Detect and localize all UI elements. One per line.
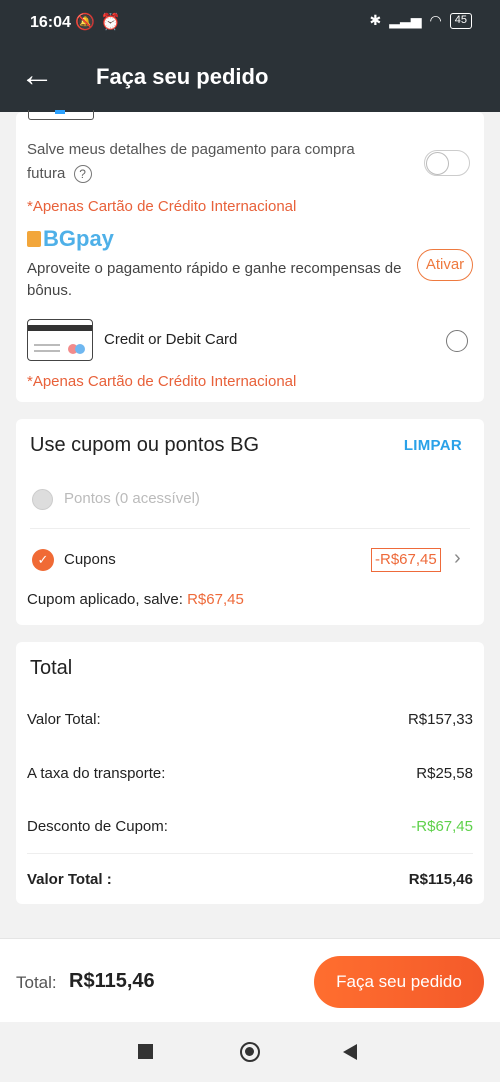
coupon-points-card: Use cupom ou pontos BG LIMPAR Pontos (0 … <box>16 419 484 625</box>
coupon-applied-label: Cupom aplicado, salve: <box>27 591 183 608</box>
discount-row: Desconto de Cupom: -R$67,45 <box>27 818 473 835</box>
international-card-note-2: *Apenas Cartão de Crédito Internacional <box>27 373 297 390</box>
status-bar: 16:04 🔕⏰ ✱ ▂▃▅ ◠ 45 <box>0 0 500 46</box>
coupon-amount-badge: -R$67,45 <box>371 548 441 572</box>
points-label: Pontos (0 acessível) <box>64 490 200 507</box>
card-icon-partial <box>28 110 94 120</box>
clear-button[interactable]: LIMPAR <box>404 437 462 454</box>
bluetooth-icon: ✱ <box>369 12 382 28</box>
checkout-total-value: R$115,46 <box>69 970 155 992</box>
lock-icon <box>27 231 41 247</box>
credit-debit-card-label[interactable]: Credit or Debit Card <box>104 331 237 348</box>
chevron-right-icon[interactable]: › <box>454 547 461 570</box>
payment-methods-card: Salve meus detalhes de pagamento para co… <box>16 110 484 402</box>
grand-total-row: Valor Total : R$115,46 <box>27 871 473 888</box>
points-radio <box>32 489 53 510</box>
total-row-label: Valor Total: <box>27 711 101 728</box>
place-order-button[interactable]: Faça seu pedido <box>314 956 484 1008</box>
save-payment-toggle[interactable] <box>424 150 470 176</box>
discount-row-label: Desconto de Cupom: <box>27 818 168 835</box>
coupon-applied-text: Cupom aplicado, salve: R$67,45 <box>27 591 244 608</box>
grand-total-value: R$115,46 <box>408 871 473 888</box>
divider <box>30 528 470 529</box>
recents-icon[interactable] <box>138 1044 153 1059</box>
back-arrow-icon[interactable]: ← <box>20 58 54 92</box>
international-card-note: *Apenas Cartão de Crédito Internacional <box>27 198 297 215</box>
shipping-row-label: A taxa do transporte: <box>27 765 166 782</box>
back-icon[interactable] <box>343 1044 357 1060</box>
coupons-label[interactable]: Cupons <box>64 551 116 568</box>
bgpay-description: Aproveite o pagamento rápido e ganhe rec… <box>27 260 402 299</box>
coupon-applied-amount: R$67,45 <box>187 591 244 608</box>
shipping-row-value: R$25,58 <box>416 765 473 782</box>
divider <box>27 853 473 854</box>
checkmark-icon[interactable]: ✓ <box>32 549 54 571</box>
order-total-card: Total Valor Total: R$157,33 A taxa do tr… <box>16 642 484 904</box>
checkout-bar: Total: R$115,46 Faça seu pedido <box>0 938 500 1022</box>
shipping-row: A taxa do transporte: R$25,58 <box>27 765 473 782</box>
bgpay-logo-text: BGpay <box>43 226 114 251</box>
signal-icon: ▂▃▅ <box>389 12 422 28</box>
system-navigation-bar <box>0 1022 500 1082</box>
credit-card-icon <box>27 319 93 361</box>
discount-row-value: -R$67,45 <box>411 818 473 835</box>
home-icon[interactable] <box>240 1042 260 1062</box>
status-notification-icons: 🔕⏰ <box>75 12 127 32</box>
status-time: 16:04 <box>30 14 71 31</box>
save-payment-text: Salve meus detalhes de pagamento para co… <box>27 138 387 186</box>
total-row: Valor Total: R$157,33 <box>27 711 473 728</box>
mute-icon: 🔕 <box>75 14 101 31</box>
checkout-total-label: Total: <box>16 973 57 992</box>
status-system-icons: ✱ ▂▃▅ ◠ 45 <box>369 12 472 29</box>
grand-total-label: Valor Total : <box>27 871 112 888</box>
bgpay-logo: BGpay <box>27 226 114 252</box>
coupon-section-title: Use cupom ou pontos BG <box>30 434 260 456</box>
wifi-icon: ◠ <box>429 12 442 28</box>
alarm-icon: ⏰ <box>100 14 127 31</box>
help-icon[interactable]: ? <box>73 165 92 183</box>
battery-icon: 45 <box>449 12 472 29</box>
app-header: ← Faça seu pedido <box>0 46 500 112</box>
credit-card-radio[interactable] <box>446 330 468 352</box>
total-section-title: Total <box>30 657 73 679</box>
ativar-button[interactable]: Ativar <box>417 249 473 281</box>
total-row-value: R$157,33 <box>407 711 473 728</box>
page-title: Faça seu pedido <box>96 64 269 89</box>
